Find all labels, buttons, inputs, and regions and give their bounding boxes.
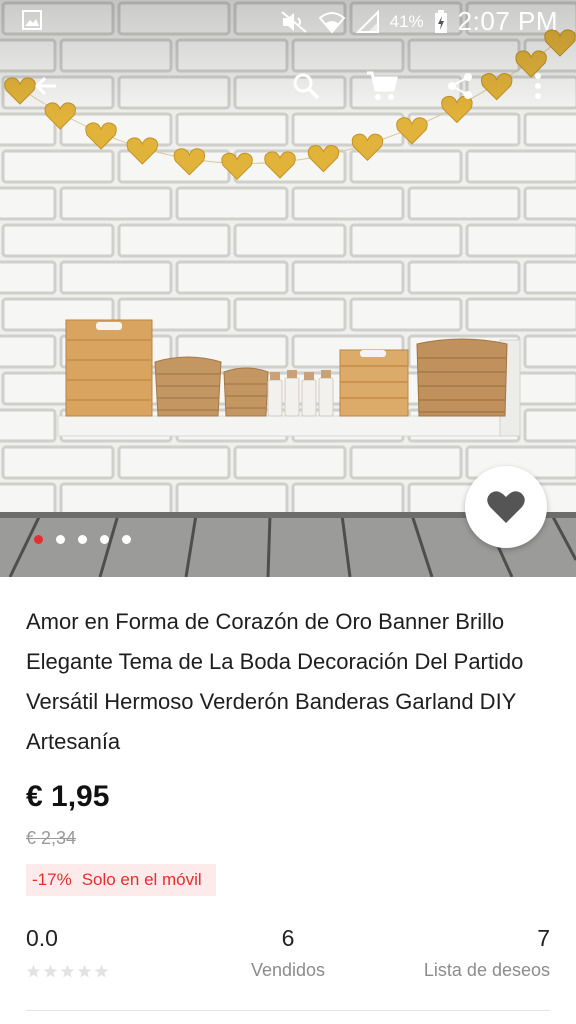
product-price: € 1,95 [26, 780, 110, 813]
rating-value: 0.0 [26, 925, 58, 951]
carousel-dot[interactable] [122, 535, 131, 544]
star-icon [60, 964, 75, 978]
share-icon [448, 73, 472, 99]
star-icon [94, 964, 109, 978]
share-button[interactable] [436, 60, 484, 112]
carousel-dot[interactable] [78, 535, 87, 544]
product-stats: 0.0 6 Vendidos 7 Lista de deseos [26, 925, 550, 995]
heart-icon [487, 491, 525, 523]
back-button[interactable] [22, 60, 70, 112]
sold-label: Vendidos [250, 960, 326, 980]
carousel-dot[interactable] [100, 535, 109, 544]
mute-icon [281, 10, 307, 33]
star-icon [43, 964, 58, 978]
add-to-wishlist-button[interactable] [465, 466, 547, 548]
back-arrow-icon [34, 76, 56, 96]
star-icon [77, 964, 92, 978]
star-icon [26, 964, 41, 978]
product-title: Amor en Forma de Corazón de Oro Banner B… [26, 609, 524, 754]
search-button[interactable] [282, 60, 330, 112]
image-notification-icon [22, 10, 42, 30]
search-icon [293, 73, 320, 100]
wifi-icon [318, 11, 346, 34]
carousel-dot[interactable] [34, 535, 43, 544]
status-bar: 41% 2:07 PM [0, 0, 576, 44]
product-toolbar [0, 60, 576, 112]
divider [26, 1010, 550, 1011]
carousel-dot[interactable] [56, 535, 65, 544]
product-image-gallery[interactable]: 41% 2:07 PM [0, 0, 576, 577]
sold-stat: 6 Vendidos [248, 925, 328, 981]
sold-count: 6 [281, 925, 295, 951]
carousel-indicator [34, 535, 131, 544]
rating-stat[interactable]: 0.0 [26, 925, 109, 979]
cart-button[interactable] [358, 60, 406, 112]
battery-percent: 41% [389, 11, 424, 31]
battery-charging-icon [434, 9, 447, 33]
wishlist-count: 7 [537, 925, 550, 951]
more-vert-icon [535, 73, 541, 99]
cart-icon [367, 71, 398, 100]
rating-stars [26, 964, 109, 979]
discount-percent: -17% [32, 870, 72, 889]
promo-label: Solo en el móvil [81, 870, 202, 889]
status-clock: 2:07 PM [457, 6, 558, 36]
signal-icon [355, 9, 379, 33]
mobile-discount-badge: -17% Solo en el móvil [26, 864, 216, 896]
more-options-button[interactable] [514, 60, 562, 112]
wishlist-stat[interactable]: 7 Lista de deseos [424, 925, 550, 981]
wishlist-label: Lista de deseos [423, 960, 550, 980]
original-price: € 2,34 [26, 828, 77, 848]
